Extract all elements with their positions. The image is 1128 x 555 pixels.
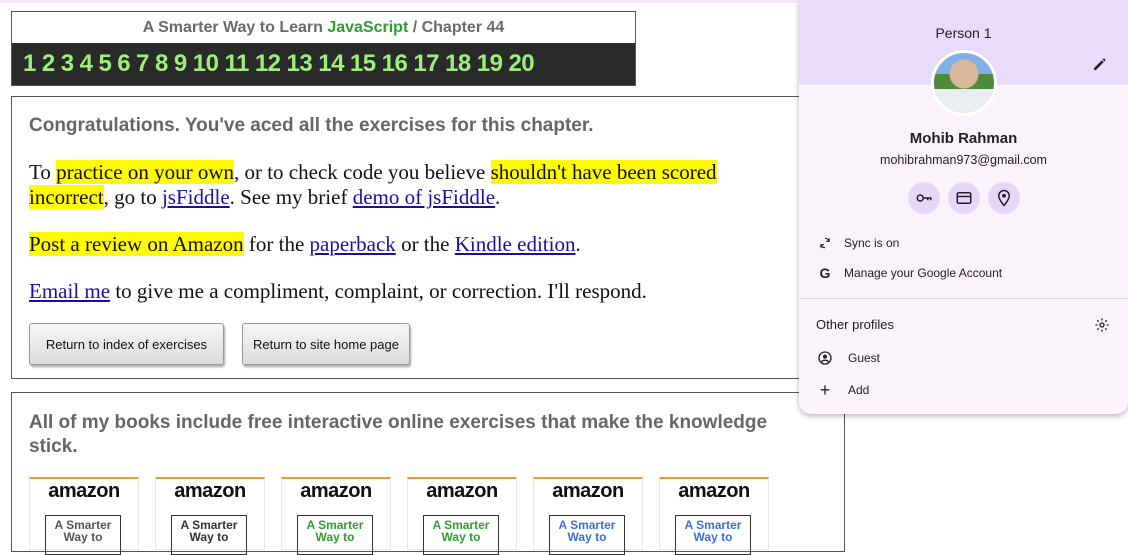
book-thumbnail[interactable]: amazon A Smarter Way to — [29, 477, 139, 555]
title-javascript: JavaScript — [327, 19, 409, 36]
manage-account-label: Manage your Google Account — [844, 266, 1003, 280]
chapter-number-link[interactable]: 8 — [155, 50, 168, 78]
books-box: All of my books include free interactive… — [11, 392, 845, 555]
chapter-number-link[interactable]: 14 — [318, 50, 344, 78]
amazon-logo: amazon — [426, 480, 498, 502]
book-thumbnail[interactable]: amazon A Smarter Way to — [281, 477, 391, 555]
profile-name: Mohib Rahman — [909, 130, 1018, 147]
book-thumbnail[interactable]: amazon A Smarter Way to — [407, 477, 517, 555]
location-icon — [997, 189, 1011, 207]
amazon-logo: amazon — [48, 480, 120, 502]
book-cover: A Smarter Way to — [549, 515, 625, 555]
chapter-number-link[interactable]: 2 — [42, 50, 55, 78]
highlight-scored: shouldn't have been scored — [490, 160, 717, 184]
gear-icon[interactable] — [1094, 317, 1110, 333]
add-profile-row[interactable]: + Add — [799, 375, 1128, 405]
highlight-review: Post a review on Amazon — [29, 232, 244, 256]
google-icon: G — [819, 265, 831, 281]
other-profiles-heading: Other profiles — [816, 317, 895, 332]
profile-email: mohibrahman973@gmail.com — [880, 153, 1047, 167]
card-icon — [956, 192, 972, 204]
exercise-number-nav: 1 2 3 4 5 6 7 8 9 10 11 12 13 14 15 16 17 18 19 20 — [12, 43, 635, 85]
email-paragraph: Email me to give me a compliment, compla… — [29, 279, 647, 303]
manage-account-row[interactable]: G Manage your Google Account — [799, 258, 1128, 288]
highlight-incorrect: incorrect — [29, 185, 104, 209]
chapter-title: A Smarter Way to Learn JavaScript / Chap… — [12, 12, 635, 43]
book-thumbnail[interactable]: amazon A Smarter Way to — [533, 477, 643, 555]
guest-label: Guest — [848, 351, 881, 365]
guest-row[interactable]: Guest — [799, 343, 1128, 373]
title-prefix: A Smarter Way to Learn — [142, 19, 328, 36]
amazon-logo: amazon — [678, 480, 750, 502]
person-label: Person 1 — [935, 25, 992, 41]
sync-row[interactable]: Sync is on — [799, 228, 1128, 258]
book-cover: A Smarter Way to — [675, 515, 751, 555]
chapter-number-link[interactable]: 9 — [174, 50, 187, 78]
addresses-button[interactable] — [988, 182, 1020, 214]
edit-icon[interactable] — [1091, 55, 1109, 73]
profile-panel: Person 1 Mohib Rahman mohibrahman973@gma… — [799, 0, 1128, 414]
amazon-logo: amazon — [300, 480, 372, 502]
return-home-button[interactable]: Return to site home page — [242, 323, 410, 365]
email-link[interactable]: Email me — [29, 279, 110, 303]
jsfiddle-link[interactable]: jsFiddle — [162, 185, 230, 209]
amazon-logo: amazon — [174, 480, 246, 502]
book-cover: A Smarter Way to — [423, 515, 499, 555]
chapter-number-link[interactable]: 12 — [255, 50, 281, 78]
practice-paragraph: To practice on your own, or to check cod… — [29, 160, 717, 209]
chapter-number-link[interactable]: 19 — [477, 50, 503, 78]
chapter-header: A Smarter Way to Learn JavaScript / Chap… — [11, 11, 636, 86]
books-heading: All of my books include free interactive… — [29, 412, 768, 457]
chapter-number-link[interactable]: 1 — [23, 50, 36, 78]
book-cover: A Smarter Way to — [297, 515, 373, 555]
sync-icon — [817, 235, 833, 251]
demo-jsfiddle-link[interactable]: demo of jsFiddle — [353, 185, 495, 209]
avatar — [931, 50, 997, 116]
chapter-number-link[interactable]: 6 — [117, 50, 130, 78]
book-cover-line2: Way to — [63, 530, 103, 544]
chapter-number-link[interactable]: 15 — [350, 50, 376, 78]
sync-label: Sync is on — [844, 236, 900, 250]
congrats-box: Congratulations. You've aced all the exe… — [11, 96, 845, 379]
book-cover: A Smarter Way to — [45, 515, 121, 555]
book-cover-line2: Way to — [441, 530, 481, 544]
chapter-number-link[interactable]: 3 — [61, 50, 74, 78]
review-paragraph: Post a review on Amazon for the paperbac… — [29, 232, 581, 256]
add-label: Add — [848, 383, 870, 397]
highlight-practice: practice on your own — [56, 160, 234, 184]
book-cover-line2: Way to — [315, 530, 355, 544]
chapter-number-link[interactable]: 11 — [224, 50, 249, 78]
return-index-button[interactable]: Return to index of exercises — [29, 323, 224, 365]
key-icon — [916, 194, 932, 202]
book-cover-line2: Way to — [567, 530, 607, 544]
payment-button[interactable] — [948, 182, 980, 214]
chapter-number-link[interactable]: 17 — [413, 50, 439, 78]
paperback-link[interactable]: paperback — [310, 232, 396, 256]
book-cover-line2: Way to — [189, 530, 229, 544]
book-thumbnail[interactable]: amazon A Smarter Way to — [155, 477, 265, 555]
chapter-number-link[interactable]: 4 — [80, 50, 93, 78]
divider — [799, 298, 1128, 299]
title-chapter: / Chapter 44 — [408, 19, 505, 36]
chapter-number-link[interactable]: 5 — [98, 50, 111, 78]
book-thumbnail[interactable]: amazon A Smarter Way to — [659, 477, 769, 555]
book-cover-line2: Way to — [693, 530, 733, 544]
chapter-number-link[interactable]: 13 — [287, 50, 313, 78]
book-cover: A Smarter Way to — [171, 515, 247, 555]
chapter-number-link[interactable]: 10 — [193, 50, 219, 78]
chapter-number-link[interactable]: 20 — [508, 50, 534, 78]
chapter-number-link[interactable]: 18 — [445, 50, 471, 78]
guest-icon — [817, 350, 833, 366]
congrats-heading: Congratulations. You've aced all the exe… — [29, 115, 594, 136]
amazon-logo: amazon — [552, 480, 624, 502]
kindle-link[interactable]: Kindle edition — [455, 232, 576, 256]
chapter-number-link[interactable]: 16 — [382, 50, 408, 78]
passwords-button[interactable] — [908, 182, 940, 214]
plus-icon: + — [819, 379, 831, 400]
chapter-number-link[interactable]: 7 — [136, 50, 149, 78]
